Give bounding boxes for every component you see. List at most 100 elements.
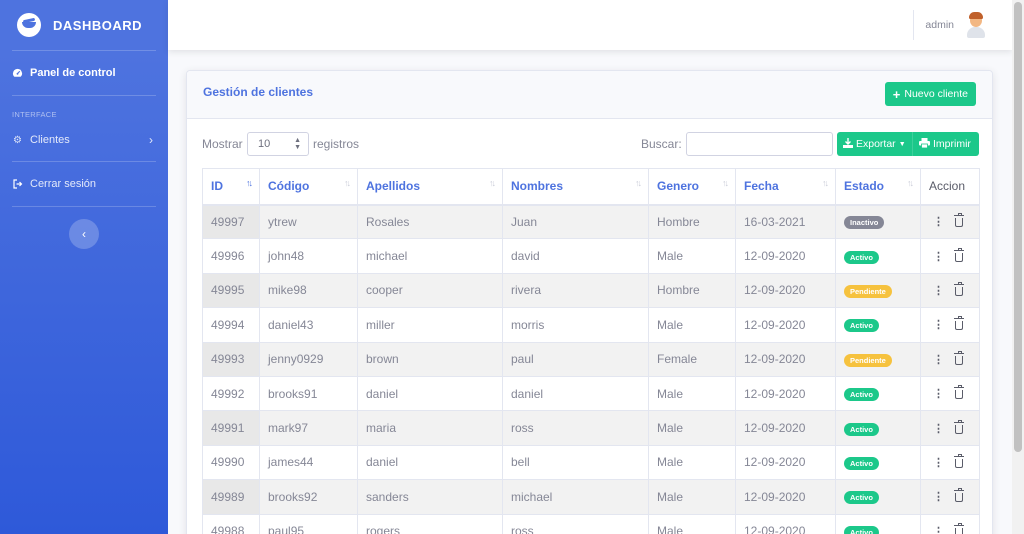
table-row: 49992 brooks91 daniel daniel Male 12-09-2020 A… <box>202 375 980 412</box>
export-button[interactable]: Exportar ▼ <box>837 132 913 156</box>
cell-codigo: paul95 <box>259 513 358 534</box>
cell-id: 49990 <box>202 444 260 481</box>
more-options-icon[interactable]: ⋮ <box>933 284 944 297</box>
status-badge: Activo <box>844 525 879 534</box>
trash-icon[interactable] <box>954 213 964 228</box>
cell-nombres: daniel <box>502 375 649 412</box>
trash-icon[interactable] <box>954 316 964 331</box>
page-size-select[interactable]: 10 ▲ ▼ <box>247 132 309 156</box>
trash-icon[interactable] <box>954 350 964 365</box>
scrollbar-thumb[interactable] <box>1014 2 1022 452</box>
sidebar-toggle-button[interactable]: ‹ <box>69 219 99 249</box>
search-input[interactable] <box>686 132 833 156</box>
cell-nombres: ross <box>502 410 649 446</box>
cell-accion: ⋮ <box>920 307 980 343</box>
table-row: 49991 mark97 maria ross Male 12-09-2020 Activo… <box>202 410 980 446</box>
col-header-codigo[interactable]: Código ↑↓ <box>259 168 358 206</box>
select-arrows-icon: ▲ ▼ <box>294 137 301 151</box>
card-title: Gestión de clientes <box>203 85 314 99</box>
print-label: Imprimir <box>933 138 971 150</box>
sidebar-item-logout[interactable]: Cerrar sesión <box>0 162 168 206</box>
sort-icon: ↑↓ <box>635 178 642 188</box>
table-row: 49989 brooks92 sanders michael Male 12-09-202… <box>202 479 980 515</box>
cell-fecha: 12-09-2020 <box>735 341 836 377</box>
cell-estado: Pendiente <box>835 272 921 309</box>
cell-nombres: Juan <box>502 203 649 240</box>
cell-genero: Male <box>648 513 736 534</box>
clients-card: Gestión de clientes + Nuevo cliente Most… <box>186 70 993 534</box>
cell-fecha: 12-09-2020 <box>735 272 836 309</box>
new-client-button[interactable]: + Nuevo cliente <box>884 82 976 106</box>
sidebar-divider <box>12 206 156 207</box>
more-options-icon[interactable]: ⋮ <box>933 525 944 534</box>
cell-genero: Hombre <box>648 203 736 240</box>
cell-id: 49995 <box>202 272 260 309</box>
more-options-icon[interactable]: ⋮ <box>933 353 944 366</box>
status-badge: Inactivo <box>844 216 885 230</box>
cell-apellidos: sanders <box>357 479 503 515</box>
sidebar-item-clientes[interactable]: ⚙ Clientes › <box>0 125 168 155</box>
more-options-icon[interactable]: ⋮ <box>933 456 944 469</box>
col-header-genero[interactable]: Genero ↑↓ <box>648 168 736 206</box>
laugh-icon <box>17 13 41 37</box>
cell-nombres: david <box>502 238 649 274</box>
more-options-icon[interactable]: ⋮ <box>933 387 944 400</box>
more-options-icon[interactable]: ⋮ <box>933 318 944 331</box>
cell-apellidos: cooper <box>357 272 503 309</box>
user-menu[interactable]: admin <box>925 12 988 38</box>
col-header-estado[interactable]: Estado ↑↓ <box>835 168 921 206</box>
cell-id: 49997 <box>202 203 260 240</box>
cell-accion: ⋮ <box>920 513 980 534</box>
col-header-id[interactable]: ID ↑↓ <box>202 168 260 206</box>
cell-fecha: 12-09-2020 <box>735 513 836 534</box>
cell-apellidos: Rosales <box>357 203 503 240</box>
clients-table: ID ↑↓ Código ↑↓ Apellidos ↑↓ Nombres ↑↓ Gene… <box>202 168 980 534</box>
col-header-apellidos[interactable]: Apellidos ↑↓ <box>357 168 503 206</box>
trash-icon[interactable] <box>954 281 964 296</box>
table-controls: Mostrar 10 ▲ ▼ registros Buscar: Exportar… <box>187 119 992 169</box>
page-scrollbar[interactable] <box>1012 0 1024 534</box>
trash-icon[interactable] <box>954 522 964 534</box>
gear-icon: ⚙ <box>13 134 22 146</box>
col-header-nombres[interactable]: Nombres ↑↓ <box>502 168 649 206</box>
cell-codigo: mike98 <box>259 272 358 309</box>
more-options-icon[interactable]: ⋮ <box>933 422 944 435</box>
cell-genero: Female <box>648 341 736 377</box>
trash-icon[interactable] <box>954 488 964 503</box>
cell-id: 49988 <box>202 513 260 534</box>
cell-apellidos: daniel <box>357 375 503 412</box>
sign-out-icon <box>12 179 23 190</box>
cell-fecha: 12-09-2020 <box>735 238 836 274</box>
print-button[interactable]: Imprimir <box>913 132 979 156</box>
clients-table-body: 49997 ytrew Rosales Juan Hombre 16-03-2021 Ina… <box>202 203 980 534</box>
table-row: 49994 daniel43 miller morris Male 12-09-2020 A… <box>202 307 980 343</box>
trash-icon[interactable] <box>954 419 964 434</box>
cell-nombres: ross <box>502 513 649 534</box>
status-badge: Activo <box>844 456 879 470</box>
brand[interactable]: DASHBOARD <box>0 0 168 50</box>
sidebar-item-label: Panel de control <box>30 67 116 79</box>
print-icon <box>919 137 930 151</box>
brand-text: DASHBOARD <box>53 17 142 33</box>
table-row: 49996 john48 michael david Male 12-09-2020 Act… <box>202 238 980 274</box>
col-header-fecha[interactable]: Fecha ↑↓ <box>735 168 836 206</box>
cell-codigo: daniel43 <box>259 307 358 343</box>
trash-icon[interactable] <box>954 385 964 400</box>
more-options-icon[interactable]: ⋮ <box>933 250 944 263</box>
cell-estado: Activo <box>835 410 921 446</box>
more-options-icon[interactable]: ⋮ <box>933 490 944 503</box>
sidebar-item-panel[interactable]: Panel de control <box>0 51 168 95</box>
cell-accion: ⋮ <box>920 444 980 481</box>
cell-id: 49996 <box>202 238 260 274</box>
topbar-divider <box>913 10 914 40</box>
cell-estado: Activo <box>835 375 921 412</box>
trash-icon[interactable] <box>954 453 964 468</box>
cell-accion: ⋮ <box>920 479 980 515</box>
col-header-accion: Accion <box>920 168 980 206</box>
trash-icon[interactable] <box>954 247 964 262</box>
cell-genero: Male <box>648 238 736 274</box>
more-options-icon[interactable]: ⋮ <box>933 215 944 228</box>
cell-codigo: mark97 <box>259 410 358 446</box>
cell-fecha: 16-03-2021 <box>735 203 836 240</box>
sort-icon: ↑↓ <box>822 178 829 188</box>
